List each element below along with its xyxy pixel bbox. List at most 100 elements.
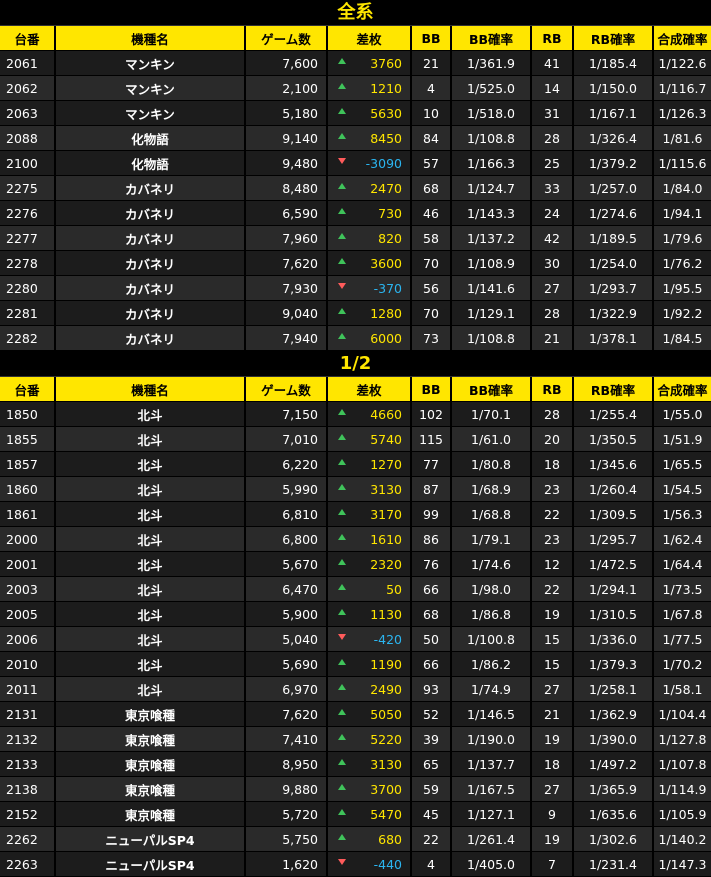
- game-count-cell: 6,810: [246, 502, 328, 527]
- machine-name-cell: マンキン: [56, 76, 246, 101]
- rb-count-cell: 19: [532, 602, 574, 627]
- bb-probability-cell: 1/405.0: [452, 852, 532, 877]
- column-header: 差枚: [328, 26, 412, 51]
- bb-probability-cell: 1/137.7: [452, 752, 532, 777]
- bb-probability-cell: 1/108.8: [452, 126, 532, 151]
- game-count-cell: 7,940: [246, 326, 328, 351]
- game-count-cell: 5,720: [246, 802, 328, 827]
- up-arrow-icon: [338, 133, 346, 139]
- coin-difference-cell: 3600: [328, 251, 412, 276]
- coin-difference-value: 1280: [370, 305, 402, 321]
- rb-count-cell: 28: [532, 402, 574, 427]
- machine-name-cell: 北斗: [56, 652, 246, 677]
- coin-difference-value: -420: [373, 631, 402, 647]
- coin-difference-value: -370: [373, 280, 402, 296]
- up-arrow-icon: [338, 509, 346, 515]
- coin-difference-cell: 4660: [328, 402, 412, 427]
- combined-probability-cell: 1/122.6: [654, 51, 711, 76]
- rb-count-cell: 7: [532, 852, 574, 877]
- game-count-cell: 7,600: [246, 51, 328, 76]
- coin-difference-value: 680: [378, 831, 402, 847]
- table-row: 2063 マンキン 5,180 5630 10 1/518.0 31 1/167.1 1/126…: [0, 101, 711, 126]
- rb-probability-cell: 1/274.6: [574, 201, 654, 226]
- bb-count-cell: 77: [412, 452, 452, 477]
- bb-count-cell: 10: [412, 101, 452, 126]
- bb-count-cell: 45: [412, 802, 452, 827]
- bb-count-cell: 39: [412, 727, 452, 752]
- machine-number-cell: 2133: [0, 752, 56, 777]
- up-arrow-icon: [338, 183, 346, 189]
- coin-difference-value: 1270: [370, 456, 402, 472]
- bb-count-cell: 46: [412, 201, 452, 226]
- rb-probability-cell: 1/497.2: [574, 752, 654, 777]
- bb-probability-cell: 1/68.8: [452, 502, 532, 527]
- bb-count-cell: 4: [412, 852, 452, 877]
- machine-number-cell: 2152: [0, 802, 56, 827]
- combined-probability-cell: 1/73.5: [654, 577, 711, 602]
- combined-probability-cell: 1/51.9: [654, 427, 711, 452]
- game-count-cell: 5,690: [246, 652, 328, 677]
- machine-name-cell: 北斗: [56, 452, 246, 477]
- table-row: 2152 東京喰種 5,720 5470 45 1/127.1 9 1/635.6 1/105.…: [0, 802, 711, 827]
- up-arrow-icon: [338, 609, 346, 615]
- coin-difference-value: 3130: [370, 756, 402, 772]
- combined-probability-cell: 1/140.2: [654, 827, 711, 852]
- up-arrow-icon: [338, 484, 346, 490]
- bb-probability-cell: 1/146.5: [452, 702, 532, 727]
- combined-probability-cell: 1/107.8: [654, 752, 711, 777]
- column-header: 台番: [0, 377, 56, 402]
- coin-difference-value: 5470: [370, 806, 402, 822]
- rb-count-cell: 22: [532, 502, 574, 527]
- table-row: 2001 北斗 5,670 2320 76 1/74.6 12 1/472.5 1/64.4: [0, 552, 711, 577]
- machine-number-cell: 2100: [0, 151, 56, 176]
- column-header: RB: [532, 26, 574, 51]
- machine-name-cell: 化物語: [56, 126, 246, 151]
- table-row: 2006 北斗 5,040 -420 50 1/100.8 15 1/336.0 1/77.5: [0, 627, 711, 652]
- game-count-cell: 8,950: [246, 752, 328, 777]
- machine-number-cell: 2276: [0, 201, 56, 226]
- machine-name-cell: 北斗: [56, 627, 246, 652]
- game-count-cell: 9,480: [246, 151, 328, 176]
- machine-name-cell: カバネリ: [56, 251, 246, 276]
- game-count-cell: 7,620: [246, 251, 328, 276]
- column-header: 差枚: [328, 377, 412, 402]
- coin-difference-cell: 5740: [328, 427, 412, 452]
- bb-count-cell: 68: [412, 176, 452, 201]
- machine-number-cell: 2277: [0, 226, 56, 251]
- rb-probability-cell: 1/309.5: [574, 502, 654, 527]
- bb-probability-cell: 1/74.6: [452, 552, 532, 577]
- bb-probability-cell: 1/98.0: [452, 577, 532, 602]
- machine-name-cell: 北斗: [56, 527, 246, 552]
- up-arrow-icon: [338, 258, 346, 264]
- data-table: 台番 機種名 ゲーム数 差枚 BB BB確率 RB RB確率 合成確率 1850 北斗 7,150 46…: [0, 377, 711, 877]
- coin-difference-cell: 5470: [328, 802, 412, 827]
- machine-name-cell: 東京喰種: [56, 752, 246, 777]
- bb-probability-cell: 1/79.1: [452, 527, 532, 552]
- machine-number-cell: 2131: [0, 702, 56, 727]
- combined-probability-cell: 1/81.6: [654, 126, 711, 151]
- table-row: 2278 カバネリ 7,620 3600 70 1/108.9 30 1/254.0 1/76.…: [0, 251, 711, 276]
- rb-probability-cell: 1/302.6: [574, 827, 654, 852]
- coin-difference-value: 2490: [370, 681, 402, 697]
- machine-name-cell: 北斗: [56, 427, 246, 452]
- bb-count-cell: 70: [412, 251, 452, 276]
- coin-difference-value: 820: [378, 230, 402, 246]
- coin-difference-value: 4660: [370, 406, 402, 422]
- bb-count-cell: 22: [412, 827, 452, 852]
- game-count-cell: 6,220: [246, 452, 328, 477]
- coin-difference-cell: 1190: [328, 652, 412, 677]
- machine-number-cell: 1855: [0, 427, 56, 452]
- up-arrow-icon: [338, 208, 346, 214]
- machine-number-cell: 2281: [0, 301, 56, 326]
- down-arrow-icon: [338, 634, 346, 640]
- up-arrow-icon: [338, 584, 346, 590]
- game-count-cell: 6,590: [246, 201, 328, 226]
- bb-count-cell: 21: [412, 51, 452, 76]
- coin-difference-cell: 8450: [328, 126, 412, 151]
- bb-count-cell: 65: [412, 752, 452, 777]
- bb-probability-cell: 1/167.5: [452, 777, 532, 802]
- machine-name-cell: 北斗: [56, 677, 246, 702]
- table-row: 2262 ニューパルSP4 5,750 680 22 1/261.4 19 1/302.6 1/…: [0, 827, 711, 852]
- column-header: RB確率: [574, 377, 654, 402]
- rb-probability-cell: 1/390.0: [574, 727, 654, 752]
